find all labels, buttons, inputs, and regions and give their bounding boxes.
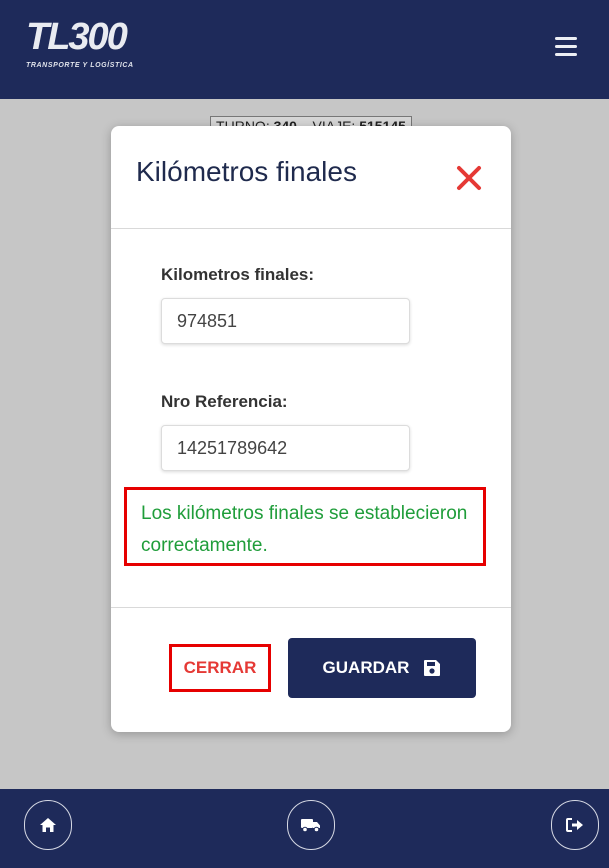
header-divider <box>111 228 511 229</box>
km-finales-modal: Kilómetros finales Kilometros finales: N… <box>111 126 511 732</box>
hamburger-menu-icon[interactable] <box>553 37 579 59</box>
close-icon[interactable] <box>454 163 484 193</box>
home-icon[interactable] <box>24 800 72 850</box>
footer-divider <box>111 607 511 608</box>
guardar-button[interactable]: GUARDAR <box>288 638 476 698</box>
logout-icon[interactable] <box>551 800 599 850</box>
logo: TL300 TRANSPORTE Y LOGÍSTICA <box>26 18 134 69</box>
km-finales-label: Kilometros finales: <box>161 265 315 284</box>
app-header: TL300 TRANSPORTE Y LOGÍSTICA <box>0 0 609 99</box>
cerrar-button[interactable]: CERRAR <box>169 644 271 692</box>
modal-title: Kilómetros finales <box>136 156 357 187</box>
bottom-nav <box>0 789 609 868</box>
truck-icon[interactable] <box>287 800 335 850</box>
guardar-button-label: GUARDAR <box>322 658 410 677</box>
logo-main-text: TL300 <box>26 16 128 58</box>
nro-referencia-label: Nro Referencia: <box>161 392 288 411</box>
success-message: Los kilómetros finales se establecieron … <box>124 487 486 566</box>
logo-subtitle: TRANSPORTE Y LOGÍSTICA <box>26 62 134 69</box>
nro-referencia-input[interactable] <box>161 425 410 471</box>
save-icon <box>424 660 441 676</box>
km-finales-input[interactable] <box>161 298 410 344</box>
cerrar-button-label: CERRAR <box>183 658 257 677</box>
